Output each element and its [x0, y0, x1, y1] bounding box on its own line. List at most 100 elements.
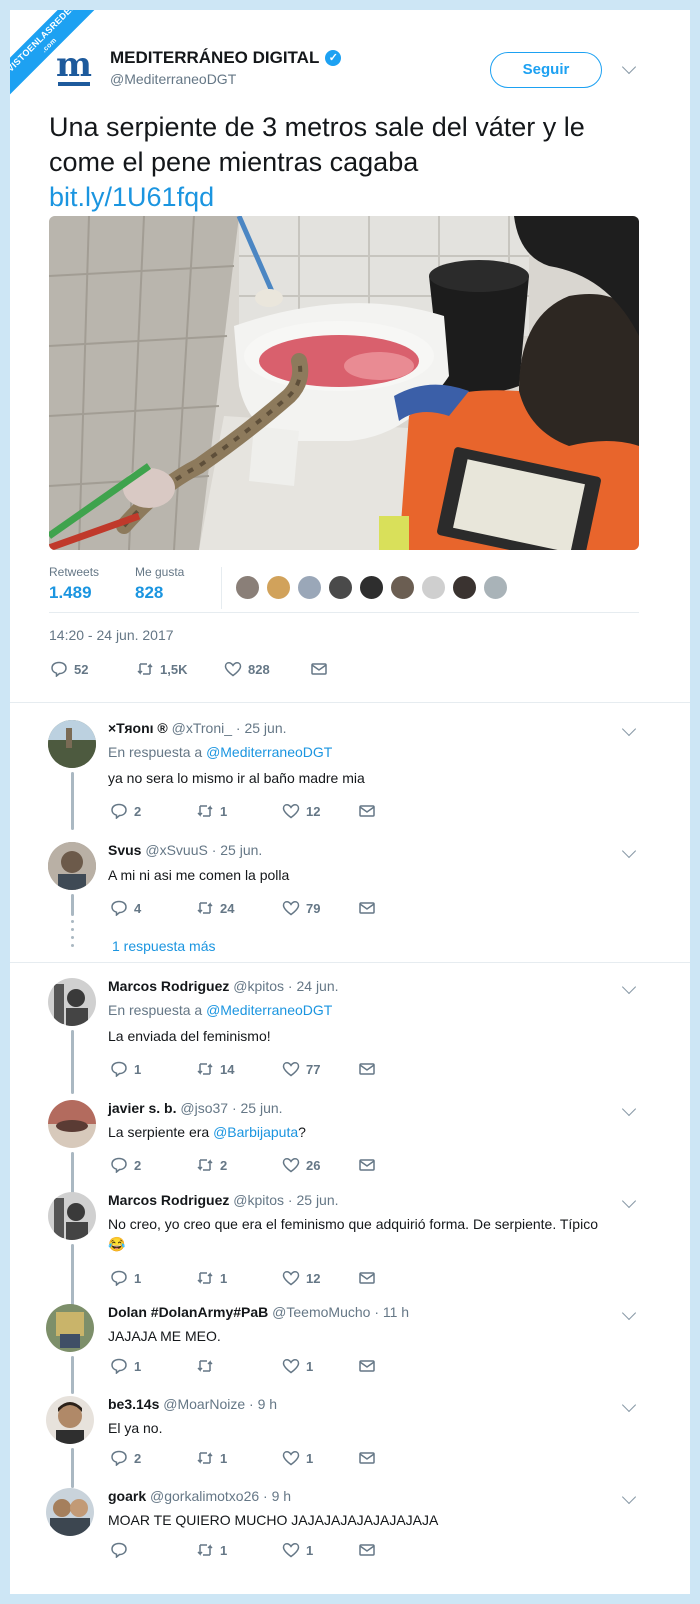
in-reply-mention[interactable]: @MediterraneoDGT [206, 1002, 332, 1018]
reply-action[interactable]: 2 [110, 1157, 196, 1173]
section-separator [10, 702, 690, 710]
envelope-icon [359, 1159, 375, 1171]
retweet-count: 14 [220, 1061, 235, 1077]
author-handle[interactable]: @MediterraneoDGT [110, 71, 236, 87]
tweet-timestamp[interactable]: 14:20 - 24 jun. 2017 [49, 627, 174, 643]
retweet-action[interactable]: 14 [196, 1061, 282, 1077]
avatar[interactable] [48, 1100, 96, 1148]
avatar[interactable] [48, 978, 96, 1026]
chevron-down-icon[interactable] [621, 1489, 637, 1505]
reply-action[interactable]: 1 [110, 1061, 196, 1077]
retweets-stat[interactable]: Retweets 1.489 [49, 565, 99, 603]
retweet-action[interactable]: 1 [196, 1542, 282, 1558]
chevron-down-icon[interactable] [621, 1101, 637, 1117]
retweet-action[interactable]: 1 [196, 1270, 282, 1286]
avatar[interactable] [46, 1488, 94, 1536]
chevron-down-icon[interactable] [621, 1193, 637, 1209]
retweet-action[interactable]: 1 [196, 1450, 282, 1466]
avatar[interactable] [46, 1304, 94, 1352]
message-action[interactable] [358, 1450, 376, 1466]
reply-author-name[interactable]: Svus [108, 842, 141, 858]
chevron-down-icon[interactable] [621, 1305, 637, 1321]
like-action[interactable]: 1 [282, 1450, 358, 1466]
reply-author-name[interactable]: Marcos Rodriguez [108, 1192, 229, 1208]
envelope-icon [359, 1272, 375, 1284]
chevron-down-icon[interactable] [621, 721, 637, 737]
reply-icon [111, 1450, 127, 1466]
liker-avatar[interactable] [297, 575, 322, 600]
message-action[interactable] [358, 1542, 376, 1558]
message-action[interactable] [358, 900, 376, 916]
reply-author-name[interactable]: Marcos Rodriguez [108, 978, 229, 994]
like-action[interactable]: 12 [282, 803, 358, 819]
reply-action[interactable]: 4 [110, 900, 196, 916]
liker-avatar[interactable] [235, 575, 260, 600]
like-action[interactable]: 26 [282, 1157, 358, 1173]
like-action[interactable]: 1 [282, 1358, 358, 1374]
retweet-action[interactable]: 1 [196, 803, 282, 819]
liker-avatar[interactable] [266, 575, 291, 600]
thread-line [71, 1448, 74, 1488]
retweet-action[interactable]: 2 [196, 1157, 282, 1173]
chevron-down-icon[interactable] [621, 979, 637, 995]
more-replies-link[interactable]: 1 respuesta más [112, 938, 216, 954]
liker-avatar[interactable] [390, 575, 415, 600]
like-action[interactable]: 79 [282, 900, 358, 916]
avatar[interactable] [48, 842, 96, 890]
chevron-down-icon[interactable] [621, 59, 637, 75]
liker-avatar[interactable] [452, 575, 477, 600]
reply-author-name[interactable]: ×Тяоnı ® [108, 720, 168, 736]
message-action[interactable] [358, 1358, 376, 1374]
reply-author-name[interactable]: goark [108, 1488, 146, 1504]
likes-stat[interactable]: Me gusta 828 [135, 565, 184, 603]
thread-line [71, 894, 74, 916]
chevron-down-icon[interactable] [621, 843, 637, 859]
tweet-link[interactable]: bit.ly/1U61fqd [49, 180, 649, 215]
thread-line [71, 1030, 74, 1094]
tweet-stats: Retweets 1.489 Me gusta 828 [49, 565, 639, 613]
envelope-icon [359, 1544, 375, 1556]
retweet-action[interactable]: 1,5K [136, 661, 224, 677]
reply-action[interactable]: 52 [50, 661, 136, 677]
liker-avatar[interactable] [328, 575, 353, 600]
reply-author-name[interactable]: javier s. b. [108, 1100, 176, 1116]
like-count: 79 [306, 900, 321, 916]
like-count: 1 [306, 1542, 314, 1558]
retweet-action[interactable]: 24 [196, 900, 282, 916]
message-action[interactable] [358, 1157, 376, 1173]
reply-action[interactable]: 2 [110, 1450, 196, 1466]
author-name[interactable]: MEDITERRÁNEO DIGITAL ✓ [110, 48, 342, 68]
liker-avatar[interactable] [359, 575, 384, 600]
retweet-count: 24 [220, 900, 235, 916]
avatar[interactable] [48, 720, 96, 768]
message-action[interactable] [358, 1061, 376, 1077]
reply-handle-time: @TeemoMucho · 11 h [272, 1304, 410, 1320]
reply-header: javier s. b. @jso37 · 25 jun. [108, 1100, 283, 1116]
message-action[interactable] [358, 1270, 376, 1286]
reply-action[interactable]: 1 [110, 1358, 196, 1374]
reply-action[interactable] [110, 1542, 196, 1558]
like-action[interactable]: 12 [282, 1270, 358, 1286]
like-action[interactable]: 77 [282, 1061, 358, 1077]
follow-button[interactable]: Seguir [490, 52, 602, 88]
chevron-down-icon[interactable] [621, 1397, 637, 1413]
reply-author-name[interactable]: Dolan #DolanArmy#PaB [108, 1304, 268, 1320]
retweet-action[interactable] [196, 1358, 282, 1374]
avatar[interactable] [48, 1192, 96, 1240]
avatar[interactable] [46, 1396, 94, 1444]
reply-action[interactable]: 1 [110, 1270, 196, 1286]
verified-icon: ✓ [325, 50, 342, 66]
tweet-photo[interactable] [49, 216, 639, 550]
reply-actions: 2 1 1 [110, 1450, 376, 1466]
like-action[interactable]: 828 [224, 661, 310, 677]
message-action[interactable] [310, 661, 328, 677]
reply-author-name[interactable]: be3.14s [108, 1396, 159, 1412]
liker-avatar[interactable] [483, 575, 508, 600]
in-reply-mention[interactable]: @MediterraneoDGT [206, 744, 332, 760]
message-action[interactable] [358, 803, 376, 819]
like-action[interactable]: 1 [282, 1542, 358, 1558]
author-avatar[interactable]: m [53, 47, 95, 89]
reply-mention[interactable]: @Barbijaputa [213, 1124, 298, 1140]
reply-action[interactable]: 2 [110, 803, 196, 819]
liker-avatar[interactable] [421, 575, 446, 600]
